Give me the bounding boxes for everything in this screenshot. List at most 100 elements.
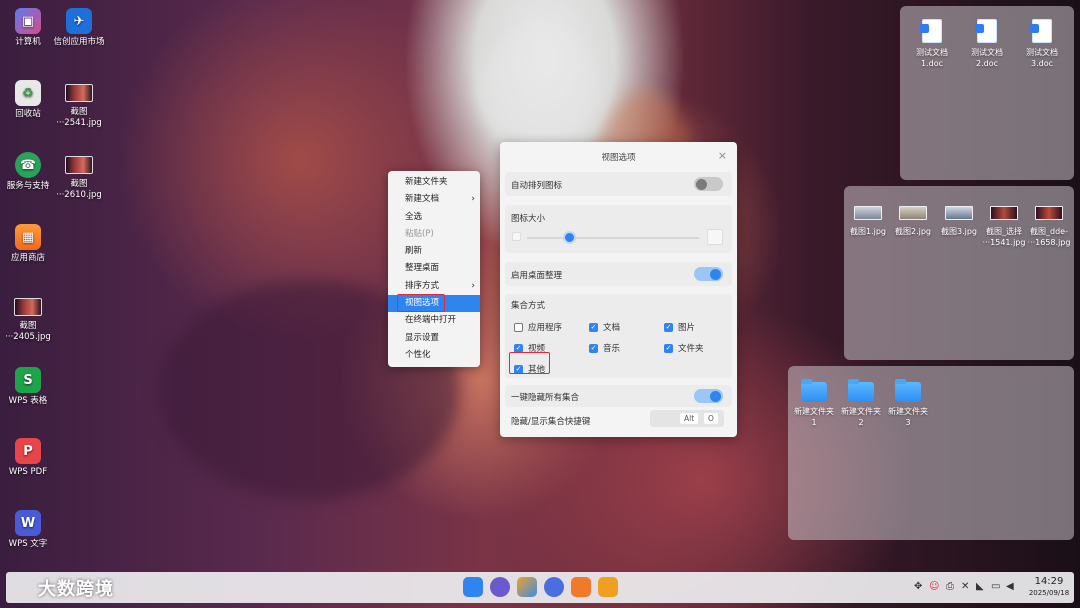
checkbox-label: 文件夹 bbox=[678, 344, 704, 354]
desktop-icon-screenshot-2405[interactable]: 截图 ···2405.jpg bbox=[0, 292, 56, 343]
desktop-icon-computer[interactable]: ▣ 计算机 bbox=[0, 8, 56, 48]
notes-icon[interactable] bbox=[598, 577, 618, 597]
collection-folders[interactable]: 新建文件夹 1 新建文件夹 2 新建文件夹 3 bbox=[788, 366, 1074, 540]
small-size-icon bbox=[512, 232, 521, 241]
collection-mode-label: 集合方式 bbox=[511, 301, 546, 311]
print-icon[interactable]: ⎙ bbox=[946, 581, 954, 592]
collection-images[interactable]: 截图1.jpg 截图2.jpg 截图3.jpg 截图_选择 ···1541.jp… bbox=[844, 186, 1074, 360]
menu-item-sort-by[interactable]: 排序方式 › bbox=[388, 278, 480, 295]
checkbox-images[interactable]: ✓ 图片 bbox=[664, 321, 695, 333]
icon-size-slider-handle[interactable] bbox=[563, 231, 576, 244]
desktop-icon-screenshot-2541[interactable]: 截图 ···2541.jpg bbox=[51, 78, 107, 129]
highlight-box-other bbox=[509, 352, 550, 374]
menu-item-organize-desktop[interactable]: 整理桌面 bbox=[388, 260, 480, 277]
clock-time: 14:29 bbox=[1034, 576, 1064, 587]
desktop-icon-app-store[interactable]: ▦ 应用商店 bbox=[0, 224, 56, 264]
desktop-icon-label: 服务与支持 bbox=[6, 181, 50, 191]
auto-arrange-toggle[interactable] bbox=[694, 177, 723, 191]
collection-item[interactable]: 新建文件夹 3 bbox=[880, 379, 936, 428]
bluetooth-icon[interactable]: ✕ bbox=[961, 581, 969, 592]
desktop-icon-label: 截图 ···2610.jpg bbox=[56, 179, 102, 200]
auto-arrange-label: 自动排列图标 bbox=[511, 181, 563, 191]
desktop-icon-xinchuang-store[interactable]: ✈ 信创应用市场 bbox=[51, 8, 107, 48]
menu-item-refresh[interactable]: 刷新 bbox=[388, 243, 480, 260]
input-method-icon[interactable]: ☺ bbox=[929, 581, 939, 592]
collection-documents[interactable]: 测试文档 1.doc 测试文档 2.doc 测试文档 3.doc bbox=[900, 6, 1074, 180]
checkbox-label: 文档 bbox=[603, 323, 621, 333]
launcher-icon[interactable] bbox=[463, 577, 483, 597]
menu-item-select-all[interactable]: 全选 bbox=[388, 209, 480, 226]
gallery-icon[interactable] bbox=[517, 577, 537, 597]
menu-item-label: 排序方式 bbox=[405, 280, 440, 291]
menu-item-label: 显示设置 bbox=[405, 332, 440, 343]
image-thumbnail bbox=[899, 206, 927, 220]
camera-icon[interactable] bbox=[490, 577, 510, 597]
desktop-icon-label: 截图 ···2405.jpg bbox=[5, 321, 51, 342]
shortcut-field[interactable]: Alt O bbox=[650, 410, 724, 427]
icon-size-label: 图标大小 bbox=[511, 214, 546, 224]
menu-item-personalize[interactable]: 个性化 bbox=[388, 347, 480, 364]
taskbar-clock[interactable]: 14:29 2025/09/18 bbox=[1027, 576, 1071, 597]
desktop-icon-wps-pdf[interactable]: P WPS PDF bbox=[0, 438, 56, 478]
desktop-icon-label: 信创应用市场 bbox=[53, 37, 105, 47]
desktop-icon-label: WPS PDF bbox=[8, 467, 48, 477]
wifi-icon[interactable]: ◣ bbox=[976, 581, 984, 592]
menu-item-label: 刷新 bbox=[405, 246, 423, 257]
close-icon[interactable]: × bbox=[718, 149, 727, 162]
network-icon[interactable]: ✥ bbox=[914, 581, 922, 592]
chevron-right-icon: › bbox=[471, 194, 475, 205]
collection-item[interactable]: 测试文档 1.doc bbox=[904, 19, 960, 69]
desktop-icon-wps-writer[interactable]: W WPS 文字 bbox=[0, 510, 56, 550]
menu-item-label: 全选 bbox=[405, 211, 423, 222]
checkbox-music[interactable]: ✓ 音乐 bbox=[589, 342, 620, 354]
desktop-icon-label: 截图 ···2541.jpg bbox=[56, 107, 102, 128]
app-store-icon[interactable] bbox=[571, 577, 591, 597]
enable-organize-toggle[interactable] bbox=[694, 267, 723, 281]
icon-size-slider[interactable] bbox=[527, 237, 699, 239]
collection-item[interactable]: 测试文档 2.doc bbox=[959, 19, 1015, 69]
dialog-title: 视图选项 bbox=[601, 153, 636, 163]
menu-item-label: 新建文档 bbox=[405, 194, 440, 205]
desktop-icon-service-support[interactable]: ☎ 服务与支持 bbox=[0, 152, 56, 192]
computer-icon: ▣ bbox=[15, 8, 41, 34]
wps-pdf-icon: P bbox=[15, 438, 41, 464]
collection-item-label: 截图_dde- ···1658.jpg bbox=[1027, 227, 1071, 247]
menu-item-display-settings[interactable]: 显示设置 bbox=[388, 330, 480, 347]
menu-item-open-in-terminal[interactable]: 在终端中打开 bbox=[388, 312, 480, 329]
menu-item-new-document[interactable]: 新建文档 › bbox=[388, 191, 480, 208]
chevron-right-icon: › bbox=[471, 280, 475, 291]
watermark-logo: 大数跨境 bbox=[8, 575, 114, 601]
menu-item-label: 粘贴(P) bbox=[405, 228, 434, 239]
hide-all-toggle[interactable] bbox=[694, 389, 723, 403]
collection-item[interactable]: 截图_dde- ···1658.jpg bbox=[1021, 202, 1077, 248]
desktop-icon-wps-spreadsheet[interactable]: S WPS 表格 bbox=[0, 367, 56, 407]
volume-icon[interactable]: ◀ bbox=[1006, 581, 1014, 592]
collection-item-label: 测试文档 3.doc bbox=[1026, 48, 1058, 68]
hide-all-label: 一键隐藏所有集合 bbox=[511, 393, 580, 403]
menu-item-new-folder[interactable]: 新建文件夹 bbox=[388, 174, 480, 191]
hide-all-row: 一键隐藏所有集合 bbox=[505, 385, 732, 407]
checkbox-folders[interactable]: ✓ 文件夹 bbox=[664, 342, 704, 354]
desktop-icon-label: 回收站 bbox=[15, 109, 41, 119]
checkbox-applications[interactable]: 应用程序 bbox=[514, 321, 562, 333]
settings-icon[interactable] bbox=[544, 577, 564, 597]
shortcut-label: 隐藏/显示集合快捷键 bbox=[511, 417, 591, 427]
icon-size-row: 图标大小 bbox=[505, 205, 732, 253]
checkbox-box bbox=[514, 322, 523, 332]
wps-spreadsheet-icon: S bbox=[15, 367, 41, 393]
collection-item[interactable]: 测试文档 3.doc bbox=[1014, 19, 1070, 69]
menu-item-label: 在终端中打开 bbox=[405, 315, 457, 326]
folder-icon bbox=[801, 379, 827, 402]
collection-item-label: 测试文档 1.doc bbox=[916, 48, 948, 68]
check-icon: ✓ bbox=[589, 343, 598, 353]
desktop-icon-screenshot-2610[interactable]: 截图 ···2610.jpg bbox=[51, 150, 107, 201]
key-alt: Alt bbox=[680, 413, 699, 424]
battery-icon[interactable]: ▭ bbox=[991, 581, 1000, 592]
enable-organize-row: 启用桌面整理 bbox=[505, 262, 732, 286]
doc-file-icon bbox=[1030, 19, 1052, 43]
trash-icon: ♻ bbox=[15, 80, 41, 106]
desktop-icon-label: 应用商店 bbox=[10, 253, 45, 263]
checkbox-documents[interactable]: ✓ 文档 bbox=[589, 321, 620, 333]
checkbox-label: 应用程序 bbox=[528, 323, 563, 333]
desktop-icon-trash[interactable]: ♻ 回收站 bbox=[0, 80, 56, 120]
